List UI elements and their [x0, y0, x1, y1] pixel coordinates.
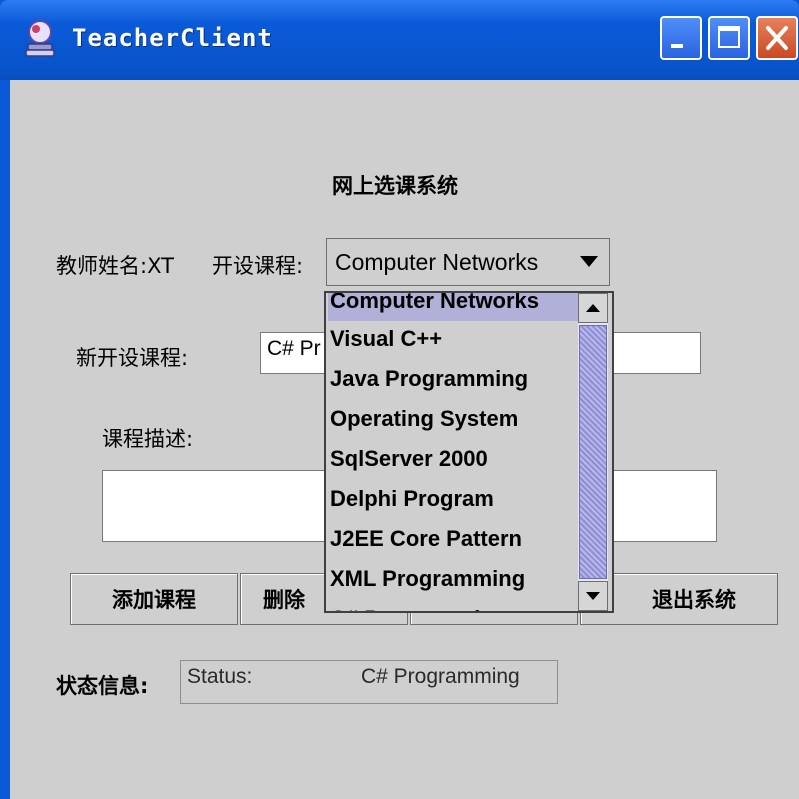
- dropdown-option[interactable]: SqlServer 2000: [328, 439, 580, 479]
- dropdown-option[interactable]: Delphi Program: [328, 479, 580, 519]
- dropdown-option[interactable]: Visual C++: [328, 319, 580, 359]
- teacher-name-label: 教师姓名:XT: [56, 254, 174, 278]
- close-button[interactable]: [756, 16, 798, 60]
- scroll-thumb[interactable]: [579, 325, 607, 579]
- scroll-up-button[interactable]: [578, 293, 608, 323]
- title-bar[interactable]: TeacherClient: [0, 0, 799, 80]
- add-course-button[interactable]: 添加课程: [70, 573, 238, 625]
- dropdown-option[interactable]: Operating System: [328, 399, 580, 439]
- close-icon: [766, 26, 788, 50]
- maximize-button[interactable]: [708, 16, 750, 60]
- window: TeacherClient 网上选课系统 教师姓名:XT 开设课程: Compu…: [0, 0, 799, 799]
- delete-button-label: 删除: [263, 588, 305, 612]
- page-heading: 网上选课系统: [332, 174, 458, 198]
- course-select-value: Computer Networks: [335, 249, 539, 275]
- new-course-label: 新开设课程:: [76, 346, 189, 370]
- window-title: TeacherClient: [72, 24, 273, 52]
- client-area: 网上选课系统 教师姓名:XT 开设课程: Computer Networks 新…: [10, 80, 799, 799]
- minimize-button[interactable]: [660, 16, 702, 60]
- arrow-down-icon: [586, 592, 600, 600]
- dropdown-option[interactable]: J2EE Core Pattern: [328, 519, 580, 559]
- dropdown-option[interactable]: Java Programming: [328, 359, 580, 399]
- dropdown-option[interactable]: Computer Networks: [328, 293, 580, 321]
- app-icon: [25, 20, 55, 57]
- maximize-icon: [718, 26, 740, 48]
- course-select[interactable]: Computer Networks: [326, 238, 610, 286]
- status-label: 状态信息:: [56, 674, 149, 698]
- exit-button-label: 退出系统: [652, 588, 736, 612]
- dropdown-scrollbar[interactable]: [578, 293, 608, 611]
- status-value: C# Programming: [361, 665, 520, 688]
- arrow-up-icon: [586, 304, 600, 312]
- course-dropdown-list[interactable]: Computer Networks Visual C++ Java Progra…: [324, 291, 614, 613]
- scroll-down-button[interactable]: [578, 581, 608, 611]
- status-prefix: Status:: [187, 665, 253, 688]
- chevron-down-icon[interactable]: [580, 256, 598, 267]
- course-select-label: 开设课程:: [212, 254, 304, 278]
- status-field: Status: C# Programming: [180, 660, 558, 704]
- description-label: 课程描述:: [102, 427, 194, 451]
- dropdown-option[interactable]: XML Programming: [328, 559, 580, 599]
- minimize-icon: [671, 44, 683, 48]
- dropdown-option[interactable]: C# Programming: [328, 599, 580, 611]
